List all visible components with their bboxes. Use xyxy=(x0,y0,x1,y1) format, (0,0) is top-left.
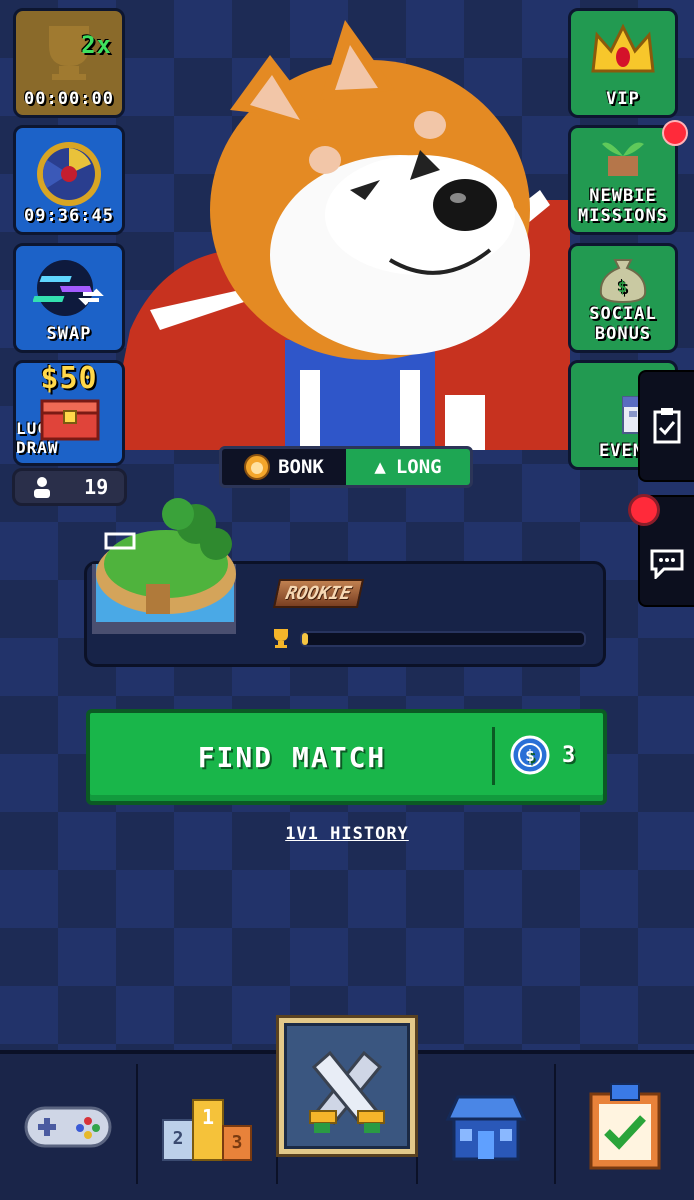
nav-games[interactable] xyxy=(0,1054,136,1200)
boost-badge: 2x xyxy=(81,31,112,59)
svg-text:2: 2 xyxy=(173,1128,184,1149)
clipboard-icon xyxy=(653,408,681,444)
social-label-line2: BONUS xyxy=(594,324,652,344)
find-match-label: FIND MATCH xyxy=(197,740,387,774)
gamepad-icon xyxy=(24,1106,112,1148)
social-label-line1: SOCIAL xyxy=(589,304,657,324)
svg-text:1: 1 xyxy=(202,1105,214,1129)
usdc-coin-icon: $ xyxy=(510,735,550,775)
money-bag-icon: $ xyxy=(599,259,647,304)
rank-progress-fill xyxy=(302,633,308,645)
nav-battle[interactable] xyxy=(279,1018,415,1154)
newbie-label-line1: NEWBIE xyxy=(589,186,657,206)
crossed-swords-icon xyxy=(309,1050,385,1133)
svg-text:3: 3 xyxy=(232,1132,243,1153)
rank-tier-badge: ROOKIE xyxy=(272,579,365,608)
vip-label: VIP xyxy=(606,89,640,109)
token-symbol: BONK xyxy=(222,449,346,485)
find-match-button[interactable]: FIND MATCH $ 3 xyxy=(86,709,607,805)
boost-timer-tile[interactable]: 2x 00:00:00 xyxy=(13,8,125,118)
spin-wheel-icon xyxy=(37,142,101,206)
boost-timer: 00:00:00 xyxy=(24,89,114,109)
bonk-coin-icon xyxy=(244,454,271,480)
token-direction: ▲ LONG xyxy=(346,449,470,485)
lucky-draw-amount: $50 xyxy=(40,361,98,396)
lucky-draw-tile[interactable]: $50 LUCKY DRAW xyxy=(13,360,125,466)
checklist-icon xyxy=(589,1083,661,1170)
find-match-cost-value: 3 xyxy=(562,742,576,768)
shop-icon xyxy=(445,1095,527,1161)
up-triangle-icon: ▲ xyxy=(374,456,386,478)
find-match-divider xyxy=(492,727,495,785)
token-position-pill[interactable]: BONK ▲ LONG xyxy=(219,446,473,488)
podium-icon: 2 1 3 xyxy=(162,1099,252,1161)
nav-divider xyxy=(276,1064,278,1184)
history-link[interactable]: 1V1 HISTORY xyxy=(0,824,694,844)
swap-icon xyxy=(33,260,104,316)
island-arena-image xyxy=(92,498,236,634)
token-symbol-label: BONK xyxy=(278,456,324,478)
newbie-missions-tile[interactable]: NEWBIE MISSIONS xyxy=(568,125,678,235)
hero-dog-image xyxy=(120,20,570,450)
notification-dot xyxy=(662,120,688,146)
nav-tasks[interactable] xyxy=(556,1054,694,1200)
crown-icon xyxy=(591,23,655,73)
treasure-chest-icon xyxy=(40,399,100,441)
find-match-cost: $ 3 xyxy=(510,735,575,775)
vip-tile[interactable]: VIP xyxy=(568,8,678,118)
swap-tile[interactable]: SWAP xyxy=(13,243,125,353)
rank-progress-bar xyxy=(300,631,586,647)
social-bonus-tile[interactable]: $ SOCIAL BONUS xyxy=(568,243,678,353)
nav-shop[interactable] xyxy=(418,1054,554,1200)
newbie-label-line2: MISSIONS xyxy=(578,206,668,226)
token-direction-label: LONG xyxy=(395,456,442,478)
svg-text:$: $ xyxy=(525,746,535,765)
tasks-side-tab[interactable] xyxy=(638,370,694,482)
sprout-icon xyxy=(602,142,644,176)
trophy-small-icon xyxy=(274,629,288,648)
chat-notification-dot xyxy=(628,494,660,526)
nav-leaderboard[interactable]: 2 1 3 xyxy=(138,1054,276,1200)
spin-wheel-tile[interactable]: 09:36:45 xyxy=(13,125,125,235)
chat-icon xyxy=(650,549,684,579)
svg-text:$: $ xyxy=(618,277,629,296)
user-icon xyxy=(33,477,50,498)
swap-label: SWAP xyxy=(46,324,92,344)
